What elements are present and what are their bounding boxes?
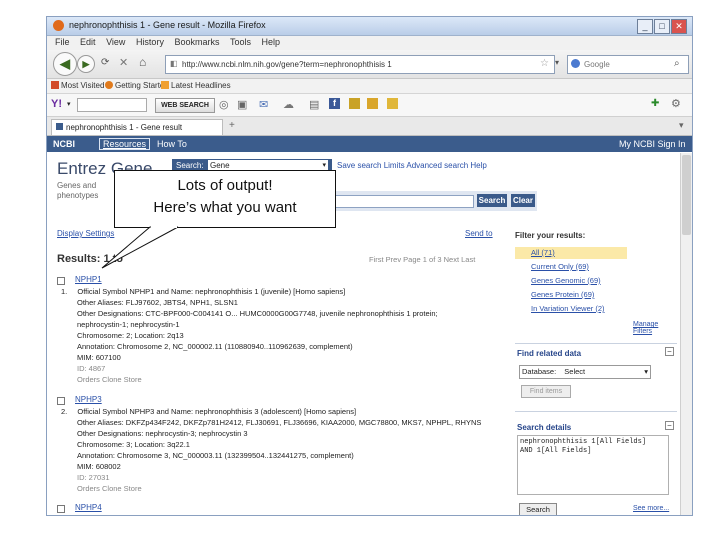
callout-tail [101, 226, 179, 269]
callout-pointer [101, 226, 179, 269]
